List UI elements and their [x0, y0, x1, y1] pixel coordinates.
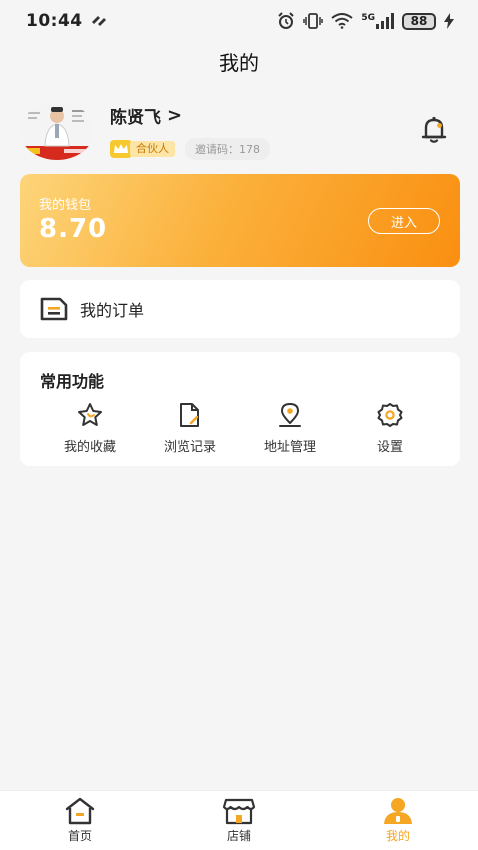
tab-store-label: 店铺 [226, 829, 251, 843]
invite-code: 邀请码：178 [185, 137, 270, 160]
page-title: 我的 [219, 50, 259, 75]
page-header: 我的 [0, 42, 478, 80]
my-orders-row[interactable]: 我的订单 [20, 280, 460, 338]
avatar-photo [20, 102, 94, 160]
feature-history-label: 浏览记录 [163, 440, 216, 455]
status-right: 5G 88 [277, 12, 454, 30]
data-link-icon [91, 16, 106, 26]
feature-history[interactable]: 浏览记录 [150, 402, 230, 455]
feature-favorites[interactable]: 我的收藏 [50, 402, 130, 455]
feature-settings[interactable]: 设置 [350, 402, 430, 455]
my-orders-label: 我的订单 [80, 301, 145, 320]
signal-bars-icon [376, 13, 394, 29]
wallet-card[interactable]: 我的钱包 8.70 进入 [20, 174, 460, 267]
tab-home[interactable]: 首页 [40, 797, 120, 844]
signal-indicator: 5G [361, 13, 394, 29]
location-pin-icon [276, 402, 304, 428]
orders-icon [40, 297, 68, 321]
bottom-tab-bar: 首页 店铺 我的 [0, 790, 478, 850]
feature-address-label: 地址管理 [263, 440, 316, 455]
feature-settings-label: 设置 [376, 440, 403, 455]
wallet-label: 我的钱包 [39, 198, 92, 213]
profile-section: 陈贤飞 > 合伙人 邀请码：178 [20, 100, 460, 162]
charging-icon [444, 13, 454, 29]
status-bar: 10:44 5G 88 [0, 0, 478, 42]
tab-home-label: 首页 [67, 829, 92, 843]
tab-mine[interactable]: 我的 [358, 797, 438, 844]
tab-mine-label: 我的 [385, 829, 410, 843]
profile-name: 陈贤飞 [110, 107, 161, 128]
battery-indicator: 88 [402, 12, 436, 30]
alarm-icon [278, 12, 295, 29]
profile-badges: 合伙人 邀请码：178 [110, 137, 270, 160]
network-type: 5G [361, 13, 375, 23]
partner-label: 合伙人 [130, 140, 175, 157]
tab-store[interactable]: 店铺 [199, 797, 279, 844]
wallet-balance: 8.70 [39, 214, 108, 244]
home-icon [63, 797, 97, 825]
profile-name-link[interactable]: 陈贤飞 > [110, 103, 270, 128]
wifi-icon [331, 13, 353, 29]
store-icon [222, 797, 256, 825]
common-features-card: 常用功能 我的收藏 浏览记录 地址管理 设置 [20, 352, 460, 466]
chevron-right-icon: > [167, 104, 183, 126]
gear-icon [376, 402, 404, 428]
profile-info: 陈贤飞 > 合伙人 邀请码：178 [110, 103, 270, 160]
avatar[interactable] [20, 102, 94, 160]
partner-badge: 合伙人 [110, 139, 175, 158]
status-left: 10:44 [26, 11, 109, 31]
feature-favorites-label: 我的收藏 [63, 440, 116, 455]
feature-address[interactable]: 地址管理 [250, 402, 330, 455]
vibrate-icon [303, 13, 324, 29]
wallet-enter-button[interactable]: 进入 [368, 208, 440, 234]
notification-bell-icon[interactable] [418, 114, 450, 146]
user-icon [381, 797, 415, 825]
status-time: 10:44 [26, 11, 83, 31]
features-title: 常用功能 [40, 372, 105, 391]
crown-icon [110, 139, 132, 158]
star-icon [76, 402, 104, 428]
history-document-icon [176, 402, 204, 428]
